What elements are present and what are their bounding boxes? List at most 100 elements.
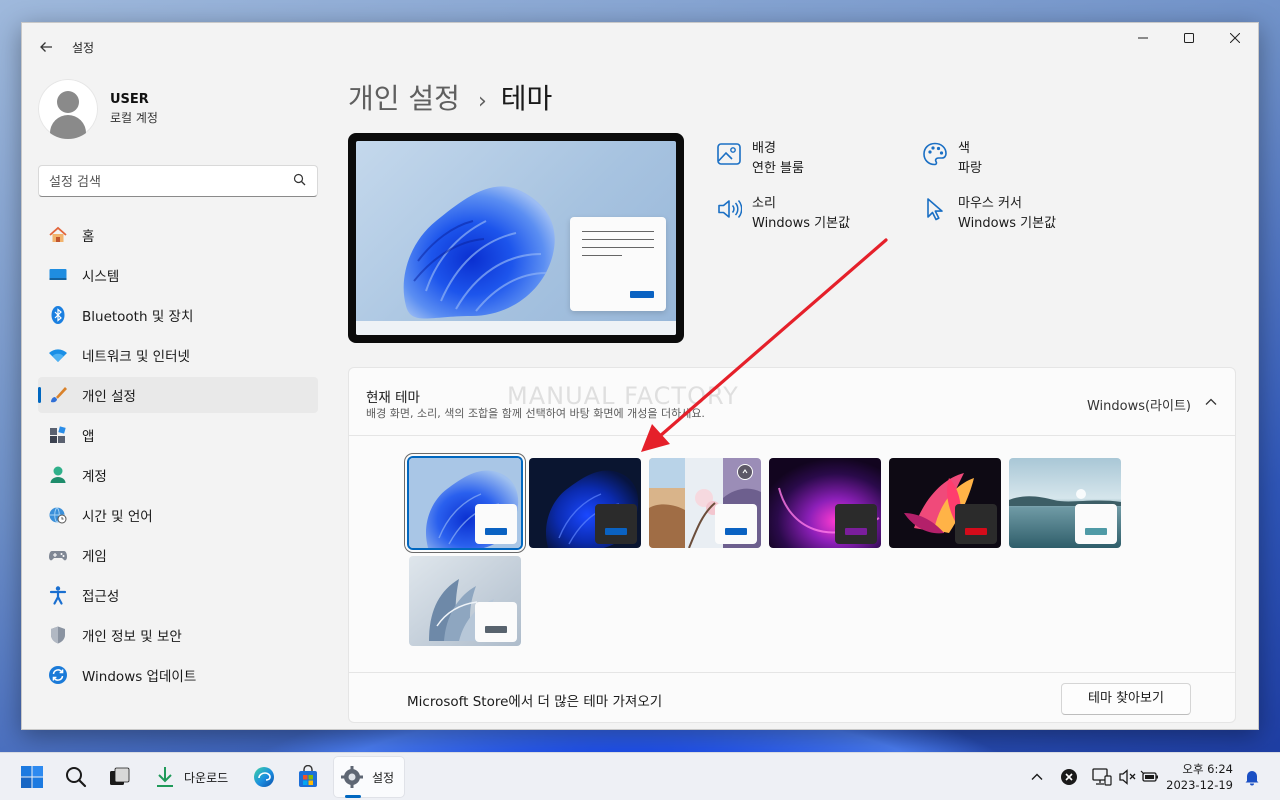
close-icon[interactable] [1212,23,1258,55]
store-row: Microsoft Store에서 더 많은 테마 가져오기 테마 찾아보기 [349,672,1235,724]
tray-network[interactable] [1092,759,1112,795]
settings-search-box [38,165,318,197]
update-icon [48,665,68,685]
back-arrow-icon[interactable] [34,35,58,59]
tray-volume[interactable] [1118,759,1138,795]
speaker-icon [718,200,742,218]
sidebar-item-apps[interactable]: 앱 [38,417,318,453]
prop-value: 연한 블룸 [752,161,804,176]
page-title: 테마 [500,82,553,115]
taskbar-store[interactable] [296,759,320,795]
sidebar-item-home[interactable]: 홈 [38,217,318,253]
tray-time: 오후 6:24 [1182,762,1233,776]
current-theme-card: 현재 테마 배경 화면, 소리, 색의 조합을 함께 선택하여 바탕 화면에 개… [348,367,1236,723]
window-controls [1120,23,1258,55]
sidebar-item-accounts[interactable]: 계정 [38,457,318,493]
sidebar-item-privacy-security[interactable]: 개인 정보 및 보안 [38,617,318,653]
profile-account-type: 로컬 계정 [110,111,158,125]
taskbar-edge[interactable] [252,759,276,795]
minimize-icon[interactable] [1120,23,1166,55]
theme-tile-captured-motion[interactable] [889,458,1001,548]
theme-mini-window [955,504,997,544]
taskbar-task-view[interactable] [108,759,132,795]
sidebar-item-gaming[interactable]: 게임 [38,537,318,573]
tray-clock[interactable]: 오후 6:24 2023-12-19 [1166,761,1233,793]
edge-icon [254,767,274,787]
sidebar-item-label: 개인 설정 [82,389,136,405]
gamepad-icon [48,545,68,565]
tray-notifications[interactable] [1243,759,1261,795]
sidebar-item-windows-update[interactable]: Windows 업데이트 [38,657,318,693]
sound-setting[interactable]: 소리 Windows 기본값 [716,194,850,234]
user-profile[interactable]: USER 로컬 계정 [38,79,158,139]
search-input[interactable] [49,172,279,192]
store-icon [299,765,317,787]
taskbar-settings[interactable]: 설정 [340,759,394,795]
theme-mini-window [835,504,877,544]
current-theme-title: 현재 테마 [366,390,420,406]
search-icon [66,767,87,788]
sidebar: USER 로컬 계정 홈 시스템 Bluetooth 및 장치 [22,69,332,729]
browse-themes-button[interactable]: 테마 찾아보기 [1061,683,1191,715]
sidebar-item-label: 앱 [82,429,95,445]
tray-date: 2023-12-19 [1166,778,1233,792]
palette-icon [923,142,947,166]
image-icon [717,143,741,165]
main-content: 개인 설정 › 테마 배경 연한 블룸 색 파랑 소리 Windows 기본값 … [348,69,1238,729]
sidebar-item-network[interactable]: 네트워크 및 인터넷 [38,337,318,373]
mouse-cursor-setting[interactable]: 마우스 커서 Windows 기본값 [922,194,1056,234]
theme-tile-flow[interactable] [409,556,521,646]
taskbar-search[interactable] [64,759,88,795]
prop-value: Windows 기본값 [958,216,1057,231]
close-circle-icon [1061,769,1077,785]
current-theme-header[interactable]: 현재 테마 배경 화면, 소리, 색의 조합을 함께 선택하여 바탕 화면에 개… [349,368,1235,436]
profile-name: USER [110,92,149,107]
chevron-up-icon [1031,773,1043,780]
start-icon [21,766,43,788]
theme-tile-glow[interactable] [769,458,881,548]
breadcrumb: 개인 설정 › 테마 [348,77,552,117]
sidebar-nav: 홈 시스템 Bluetooth 및 장치 네트워크 및 인터넷 개인 설정 앱 [38,217,318,697]
wifi-icon [48,345,68,365]
battery-charging-icon [1140,770,1158,782]
sidebar-item-personalization[interactable]: 개인 설정 [38,377,318,413]
theme-tile-windows-dark[interactable] [529,458,641,548]
theme-mini-window [595,504,637,544]
tray-app[interactable] [1060,759,1078,795]
taskbar-start[interactable] [20,759,44,795]
theme-tile-sunrise[interactable] [1009,458,1121,548]
theme-mini-window [715,504,757,544]
prop-value: Windows 기본값 [752,216,851,231]
taskbar: 다운로드 설정 오후 6:24 2023-12-19 [0,752,1280,800]
taskbar-downloads[interactable]: 다운로드 [154,759,228,795]
settings-window: 설정 USER 로컬 계정 홈 [21,22,1259,730]
theme-tile-spotlight[interactable] [649,458,761,548]
search-icon[interactable] [293,173,307,187]
bell-icon [1245,771,1259,786]
sidebar-item-label: 계정 [82,469,107,485]
sidebar-item-label: 네트워크 및 인터넷 [82,349,190,365]
chevron-up-icon[interactable] [1201,392,1221,412]
current-theme-value: Windows(라이트) [1086,399,1191,414]
sidebar-item-system[interactable]: 시스템 [38,257,318,293]
prop-name: 마우스 커서 [958,196,1022,211]
tray-overflow-button[interactable] [1030,759,1044,795]
maximize-icon[interactable] [1166,23,1212,55]
speaker-muted-icon [1119,769,1136,785]
store-text: Microsoft Store에서 더 많은 테마 가져오기 [407,694,663,710]
background-setting[interactable]: 배경 연한 블룸 [716,139,804,179]
sidebar-item-bluetooth[interactable]: Bluetooth 및 장치 [38,297,318,333]
sidebar-item-label: 개인 정보 및 보안 [82,629,182,645]
sidebar-item-time-language[interactable]: 시간 및 언어 [38,497,318,533]
prop-name: 소리 [752,196,776,211]
sidebar-item-accessibility[interactable]: 접근성 [38,577,318,613]
theme-mini-window [1075,504,1117,544]
tray-battery[interactable] [1140,759,1160,795]
bluetooth-icon [48,305,68,325]
theme-tile-windows-light[interactable] [409,458,521,548]
color-setting[interactable]: 색 파랑 [922,139,982,179]
prop-name: 배경 [752,141,776,156]
app-title: 설정 [72,41,95,55]
breadcrumb-parent[interactable]: 개인 설정 [348,77,460,117]
sidebar-item-label: 게임 [82,549,107,565]
